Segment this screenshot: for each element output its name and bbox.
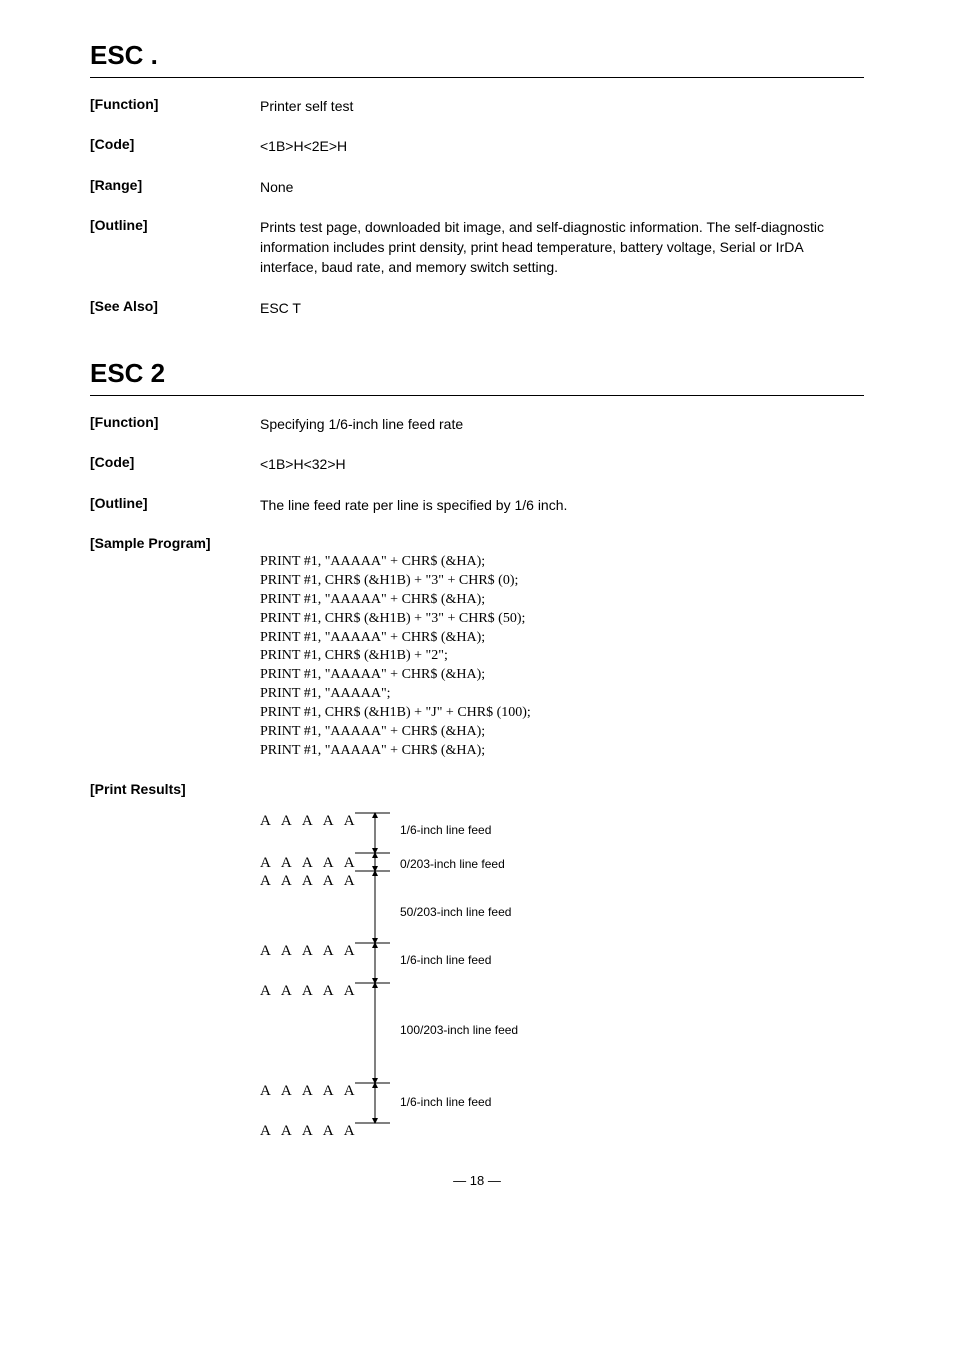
value-outline2: The line feed rate per line is specified… bbox=[260, 495, 567, 515]
code-line: PRINT #1, "AAAAA" + CHR$ (&HA); bbox=[260, 591, 531, 610]
code-line: PRINT #1, "AAAAA" + CHR$ (&HA); bbox=[260, 553, 531, 572]
row-sample: [Sample Program] PRINT #1, "AAAAA" + CHR… bbox=[90, 535, 864, 761]
label-outline: [Outline] bbox=[90, 217, 260, 278]
divider bbox=[90, 77, 864, 78]
row-code2: [Code] <1B>H<32>H bbox=[90, 454, 864, 474]
code-line: PRINT #1, CHR$ (&H1B) + "J" + CHR$ (100)… bbox=[260, 704, 531, 723]
row-function: [Function] Printer self test bbox=[90, 96, 864, 116]
code-line: PRINT #1, CHR$ (&H1B) + "3" + CHR$ (50); bbox=[260, 610, 531, 629]
sample-program-code: PRINT #1, "AAAAA" + CHR$ (&HA); PRINT #1… bbox=[260, 535, 531, 761]
print-results-diagram: A A A A A A A A A A A A A A A A A A A A … bbox=[260, 803, 864, 1143]
row-code: [Code] <1B>H<2E>H bbox=[90, 136, 864, 156]
label-sample: [Sample Program] bbox=[90, 535, 260, 761]
label-outline2: [Outline] bbox=[90, 495, 260, 515]
label-function: [Function] bbox=[90, 96, 260, 116]
label-seealso: [See Also] bbox=[90, 298, 260, 318]
code-line: PRINT #1, CHR$ (&H1B) + "3" + CHR$ (0); bbox=[260, 572, 531, 591]
code-line: PRINT #1, "AAAAA" + CHR$ (&HA); bbox=[260, 629, 531, 648]
page-number: — 18 — bbox=[90, 1173, 864, 1188]
esc-dot-title: ESC . bbox=[90, 40, 864, 71]
code-line: PRINT #1, CHR$ (&H1B) + "2"; bbox=[260, 647, 531, 666]
code-line: PRINT #1, "AAAAA"; bbox=[260, 685, 531, 704]
value-outline: Prints test page, downloaded bit image, … bbox=[260, 217, 864, 278]
label-code2: [Code] bbox=[90, 454, 260, 474]
row-seealso: [See Also] ESC T bbox=[90, 298, 864, 318]
value-code: <1B>H<2E>H bbox=[260, 136, 347, 156]
label-range: [Range] bbox=[90, 177, 260, 197]
code-line: PRINT #1, "AAAAA" + CHR$ (&HA); bbox=[260, 666, 531, 685]
row-function2: [Function] Specifying 1/6-inch line feed… bbox=[90, 414, 864, 434]
code-line: PRINT #1, "AAAAA" + CHR$ (&HA); bbox=[260, 742, 531, 761]
row-outline: [Outline] Prints test page, downloaded b… bbox=[90, 217, 864, 278]
code-line: PRINT #1, "AAAAA" + CHR$ (&HA); bbox=[260, 723, 531, 742]
value-range: None bbox=[260, 177, 293, 197]
label-print-results: [Print Results] bbox=[90, 781, 260, 797]
value-code2: <1B>H<32>H bbox=[260, 454, 346, 474]
esc-2-title: ESC 2 bbox=[90, 358, 864, 389]
label-function2: [Function] bbox=[90, 414, 260, 434]
value-function2: Specifying 1/6-inch line feed rate bbox=[260, 414, 463, 434]
row-outline2: [Outline] The line feed rate per line is… bbox=[90, 495, 864, 515]
row-range: [Range] None bbox=[90, 177, 864, 197]
value-seealso: ESC T bbox=[260, 298, 301, 318]
value-function: Printer self test bbox=[260, 96, 353, 116]
label-code: [Code] bbox=[90, 136, 260, 156]
diagram-arrows bbox=[260, 803, 660, 1143]
divider bbox=[90, 395, 864, 396]
row-print-results: [Print Results] bbox=[90, 781, 864, 797]
